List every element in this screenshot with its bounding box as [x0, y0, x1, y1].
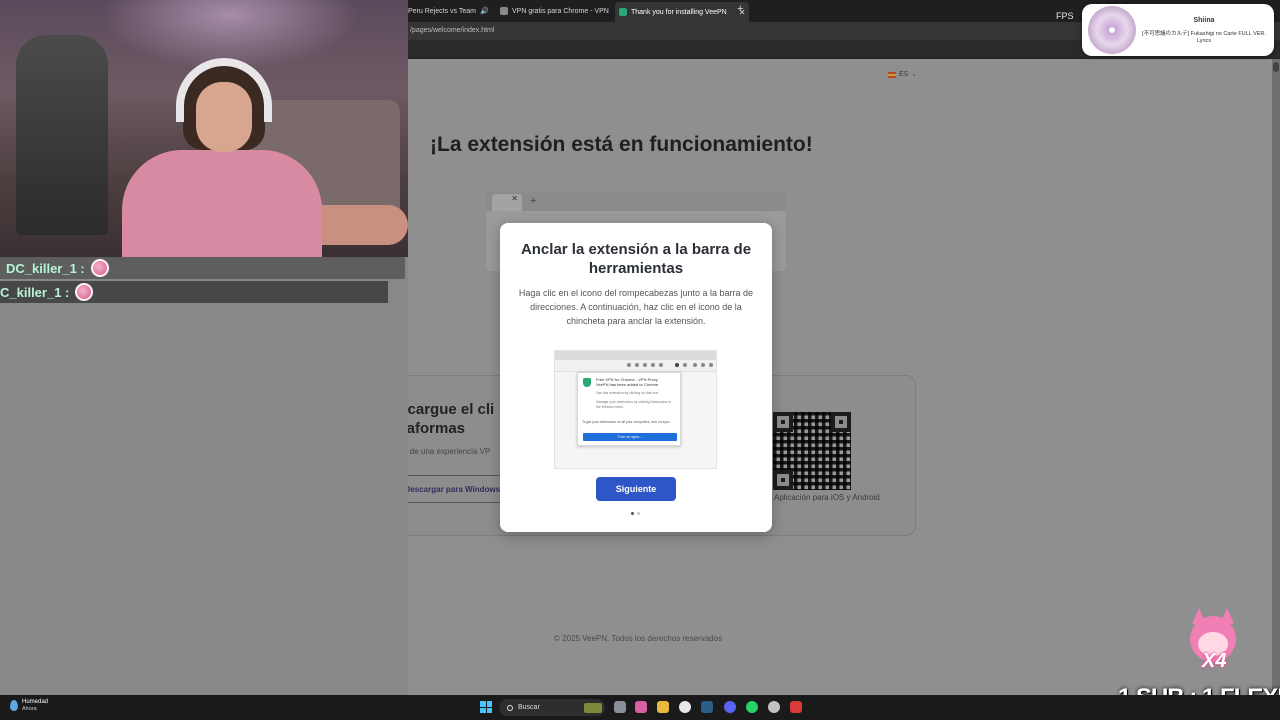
windows-start-icon[interactable]	[480, 701, 492, 713]
task-view-icon[interactable]	[614, 701, 626, 713]
windows-taskbar: Humedad Ahora Buscar	[0, 695, 1280, 720]
toolbar-icon	[701, 363, 705, 367]
taskbar-search[interactable]: Buscar	[499, 699, 605, 716]
language-selector[interactable]: ES ⌄	[888, 71, 916, 78]
veepn-shield-icon	[583, 378, 591, 387]
tab-label: Peru Rejects vs Team	[408, 7, 476, 15]
new-tab-button[interactable]: +	[737, 3, 743, 15]
page-scrollbar[interactable]	[1272, 59, 1280, 695]
file-explorer-icon[interactable]	[657, 701, 669, 713]
chat-message: DC_killer_1 :	[0, 257, 405, 279]
qr-corner	[831, 412, 851, 432]
weather-widget[interactable]: Humedad Ahora	[10, 699, 48, 712]
gaming-chair	[16, 35, 108, 235]
step-dot-active[interactable]	[631, 512, 634, 515]
page-content: ES ⌄ ¡La extensión está en funcionamient…	[408, 59, 1272, 695]
pin-extension-modal: Anclar la extensión a la barra de herram…	[500, 223, 772, 532]
weather-title: Humedad	[22, 699, 49, 705]
search-highlight-icon	[584, 702, 602, 713]
url-text[interactable]: /pages/welcome/index.html	[410, 27, 494, 34]
modal-instructions: Haga clic en el icono del rompecabezas j…	[518, 288, 754, 326]
obs-icon[interactable]	[790, 701, 802, 713]
illustration-toolbar	[555, 360, 716, 372]
veepn-favicon-icon	[619, 8, 627, 16]
weather-subtitle: Ahora	[22, 706, 37, 712]
chat-username: DC_killer_1 :	[6, 260, 85, 276]
qr-code	[773, 412, 851, 490]
now-playing-song: [不可思議のカルテ] Fukashigi no Carte FULL VER. …	[1142, 31, 1266, 44]
popup-sub-2: Manage your extensions by clicking Exten…	[596, 400, 671, 404]
page-title: ¡La extensión está en funcionamiento!	[430, 133, 813, 156]
download-title: Descargue el cli plataformas	[408, 401, 495, 437]
qr-caption: Aplicación para iOS y Android	[774, 493, 880, 502]
toolbar-icon	[683, 363, 687, 367]
toolbar-icon	[643, 363, 647, 367]
extension-added-popup: Free VPN for Chrome - VPN Proxy VeePN ha…	[577, 372, 681, 446]
tab-label: VPN gratis para Chrome - VPN	[512, 7, 609, 15]
discord-icon[interactable]	[724, 701, 736, 713]
next-button[interactable]: Siguiente	[596, 477, 676, 501]
popup-sub-1: Use this extension by clicking on this i…	[596, 391, 659, 395]
step-indicator	[631, 512, 640, 515]
extension-popup-illustration: Free VPN for Chrome - VPN Proxy VeePN ha…	[554, 350, 717, 469]
person-body	[122, 150, 322, 257]
audio-icon[interactable]: 🔊	[480, 7, 489, 15]
emote-icon	[90, 259, 109, 277]
popup-sub-3: the Window menu.	[596, 405, 625, 409]
puzzle-icon	[675, 363, 679, 367]
download-windows-button[interactable]: ⤓ Descargar para Windows	[408, 475, 504, 503]
download-button-label: Descargar para Windows	[408, 484, 501, 494]
chat-message: C_killer_1 :	[0, 281, 388, 303]
fps-overlay: FPS	[1056, 11, 1074, 21]
language-code: ES	[899, 71, 909, 78]
popup-sync-button: Turn on sync...	[583, 433, 677, 441]
popup-sync-note: To get your extensions on all your compu…	[582, 420, 670, 424]
toolbar-icon	[659, 363, 663, 367]
tab-label: Thank you for installing VeePN	[631, 8, 727, 16]
tab-vpn-gratis[interactable]: VPN gratis para Chrome - VPN ✕	[496, 3, 632, 19]
chrome-icon[interactable]	[679, 701, 691, 713]
app-icon[interactable]	[768, 701, 780, 713]
now-playing-artist: Shiina	[1193, 17, 1215, 24]
download-description: Disfrute de una experiencia VP	[408, 447, 491, 456]
modal-title: Anclar la extensión a la barra de herram…	[520, 241, 752, 277]
illustration-titlebar	[555, 351, 716, 360]
multiplier-label: X4	[1202, 650, 1227, 672]
copilot-icon[interactable]	[635, 701, 647, 713]
popup-line-2: VeePN has been added to Chrome	[596, 382, 659, 387]
whatsapp-icon[interactable]	[746, 701, 758, 713]
step-dot[interactable]	[637, 512, 640, 515]
emote-icon	[75, 283, 94, 301]
page-favicon-icon	[500, 7, 508, 15]
steam-icon[interactable]	[701, 701, 713, 713]
chat-username: C_killer_1 :	[0, 284, 70, 300]
now-playing-widget: Shiina [不可思議のカルテ] Fukashigi no Carte FUL…	[1082, 4, 1274, 56]
search-placeholder: Buscar	[518, 704, 540, 711]
toolbar-icon	[635, 363, 639, 367]
humidity-icon	[10, 700, 18, 711]
toolbar-icon	[651, 363, 655, 367]
illustration-tabbar: ✕ +	[486, 191, 786, 211]
chevron-down-icon: ⌄	[911, 72, 917, 78]
qr-corner	[773, 412, 793, 432]
toolbar-icon	[627, 363, 631, 367]
page-footer: © 2025 VeePN. Todos los derechos reserva…	[554, 634, 723, 643]
scrollbar-thumb[interactable]	[1273, 62, 1279, 72]
qr-corner	[773, 470, 793, 490]
toolbar-icon	[693, 363, 697, 367]
illustration-plus-icon: +	[530, 195, 537, 207]
mascot-sticker: X4	[1184, 608, 1248, 676]
menu-icon	[709, 363, 713, 367]
webcam-feed	[0, 0, 408, 257]
spain-flag-icon	[888, 71, 896, 78]
illustration-tab: ✕	[492, 194, 522, 211]
search-icon	[507, 704, 513, 711]
album-art	[1088, 6, 1136, 54]
tab-thank-you-veepn[interactable]: Thank you for installing VeePN ✕	[615, 2, 750, 22]
